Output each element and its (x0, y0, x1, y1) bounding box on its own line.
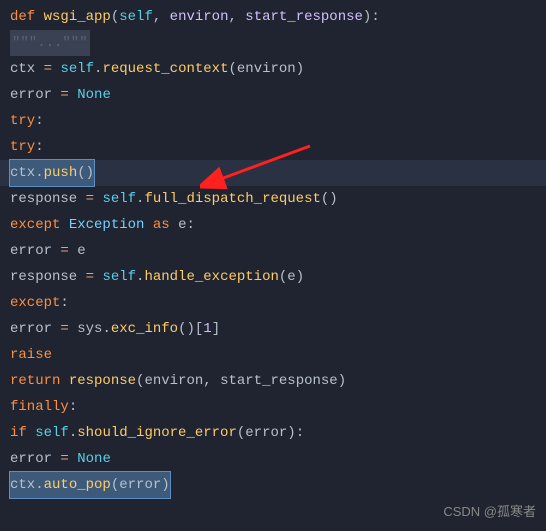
method-handle-exception: handle_exception (144, 264, 278, 290)
param-start-response: start_response (245, 4, 363, 30)
keyword-finally: finally (10, 394, 69, 420)
class-exception: Exception (69, 212, 145, 238)
var-error: error (10, 82, 52, 108)
code-editor[interactable]: def wsgi_app(self, environ, start_respon… (0, 0, 546, 502)
code-line: response = self.full_dispatch_request() (0, 186, 546, 212)
param-environ: environ (170, 4, 229, 30)
code-line: error = e (0, 238, 546, 264)
code-line: try: (0, 134, 546, 160)
keyword-if: if (10, 420, 27, 446)
method-exc-info: exc_info (111, 316, 178, 342)
keyword-return: return (10, 368, 60, 394)
keyword-except: except (10, 212, 60, 238)
param-self: self (119, 4, 153, 30)
code-line: except Exception as e: (0, 212, 546, 238)
const-none: None (77, 82, 111, 108)
code-line-highlighted: ctx.push() (0, 160, 546, 186)
code-line: ctx.auto_pop(error) (0, 472, 546, 498)
code-line: error = None (0, 82, 546, 108)
docstring: """...""" (10, 30, 90, 56)
code-line: def wsgi_app(self, environ, start_respon… (0, 4, 546, 30)
keyword-try: try (10, 134, 35, 160)
code-line: error = None (0, 446, 546, 472)
code-line: try: (0, 108, 546, 134)
keyword-def: def (10, 4, 35, 30)
code-line: return response(environ, start_response) (0, 368, 546, 394)
code-line: finally: (0, 394, 546, 420)
code-line: raise (0, 342, 546, 368)
function-name: wsgi_app (35, 4, 111, 30)
method-auto-pop: auto_pop (44, 477, 111, 493)
var-response: response (10, 186, 77, 212)
selection-ctx-auto-pop: ctx.auto_pop(error) (10, 472, 170, 498)
watermark-text: CSDN @孤寒者 (443, 499, 536, 525)
method-request-context: request_context (102, 56, 228, 82)
keyword-try: try (10, 108, 35, 134)
selection-ctx-push: ctx.push() (10, 160, 94, 186)
keyword-except: except (10, 290, 60, 316)
code-line: """...""" (0, 30, 546, 56)
code-line: if self.should_ignore_error(error): (0, 420, 546, 446)
code-line: response = self.handle_exception(e) (0, 264, 546, 290)
method-full-dispatch-request: full_dispatch_request (144, 186, 320, 212)
keyword-raise: raise (10, 342, 52, 368)
var-ctx: ctx (10, 56, 35, 82)
module-sys: sys (77, 316, 102, 342)
code-line: ctx = self.request_context(environ) (0, 56, 546, 82)
code-line: except: (0, 290, 546, 316)
code-line: error = sys.exc_info()[1] (0, 316, 546, 342)
method-push: push (44, 165, 78, 181)
method-should-ignore-error: should_ignore_error (77, 420, 237, 446)
